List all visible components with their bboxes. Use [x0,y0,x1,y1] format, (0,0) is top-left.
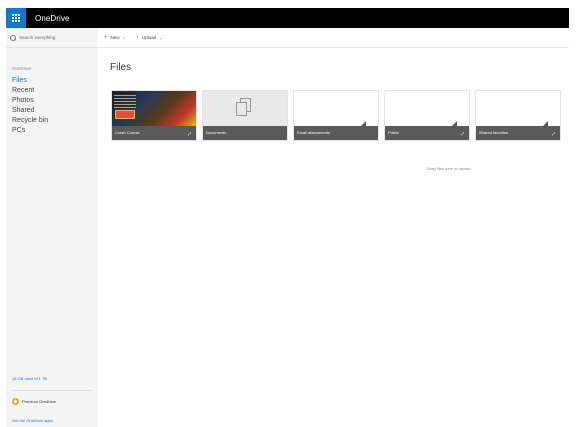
search-input[interactable]: Search everything [19,35,55,40]
chevron-down-icon: ⌄ [122,35,126,40]
folder-thumbnail [203,91,287,128]
shared-icon: ⤢ [461,131,465,136]
sidebar-item-shared[interactable]: Shared [6,106,97,116]
shared-icon: ⤢ [552,131,556,136]
folder-name: Email attachments [294,126,378,140]
folder-tile-crash-course[interactable]: Crash Course ⤢ [111,90,197,141]
sidebar-item-pcs[interactable]: PCs [6,126,97,136]
sidebar-header: OneDrive [12,66,32,71]
upload-button[interactable]: ↑ Upload ⌄ [136,35,163,41]
folder-thumbnail [112,91,196,128]
upload-label: Upload [141,35,157,40]
storage-link[interactable]: 15 GB used of 1 TB [12,376,47,381]
app-title: OneDrive [35,13,70,23]
folder-name: Shared favorites [476,126,560,140]
main-content: Files Crash Course ⤢ Documents Email att… [97,48,569,427]
premium-icon [12,398,19,405]
document-icon [236,98,252,118]
folder-name: Crash Course [112,126,196,140]
sidebar-item-files[interactable]: Files [6,76,97,86]
new-button[interactable]: + New ⌄ [104,35,126,41]
new-label: New [110,35,120,40]
waffle-icon [12,14,20,22]
premium-link[interactable]: Premium OneDrive [12,398,56,405]
sidebar: Search everything OneDrive Files Recent … [6,28,97,427]
premium-label: Premium OneDrive [22,399,57,404]
search-icon [10,34,16,41]
upload-icon: ↑ [135,34,139,41]
onedrive-window: OneDrive Search everything OneDrive File… [6,8,569,427]
drop-hint: Drag files here to upload [427,166,471,171]
get-apps-link[interactable]: Get the OneDrive apps [12,418,53,423]
app-launcher-button[interactable] [6,8,26,28]
search-box[interactable]: Search everything [6,28,97,48]
sidebar-divider [12,390,92,391]
sidebar-nav: Files Recent Photos Shared Recycle bin P… [6,76,97,136]
sidebar-item-recent[interactable]: Recent [6,86,97,96]
folder-tile-shared-favorites[interactable]: Shared favorites ⤢ [475,90,561,141]
command-bar: + New ⌄ ↑ Upload ⌄ [97,28,569,48]
app-bar: OneDrive [6,8,569,28]
chevron-down-icon: ⌄ [159,35,163,40]
shared-icon: ⤢ [188,131,192,136]
folder-name: Public [385,126,469,140]
sidebar-item-recycle-bin[interactable]: Recycle bin [6,116,97,126]
folder-tile-public[interactable]: Public ⤢ [384,90,470,141]
folder-tile-documents[interactable]: Documents [202,90,288,141]
folder-tile-email-attachments[interactable]: Email attachments [293,90,379,141]
page-title: Files [110,62,132,73]
sidebar-item-photos[interactable]: Photos [6,96,97,106]
folder-name: Documents [203,126,287,140]
plus-icon: + [104,34,108,41]
